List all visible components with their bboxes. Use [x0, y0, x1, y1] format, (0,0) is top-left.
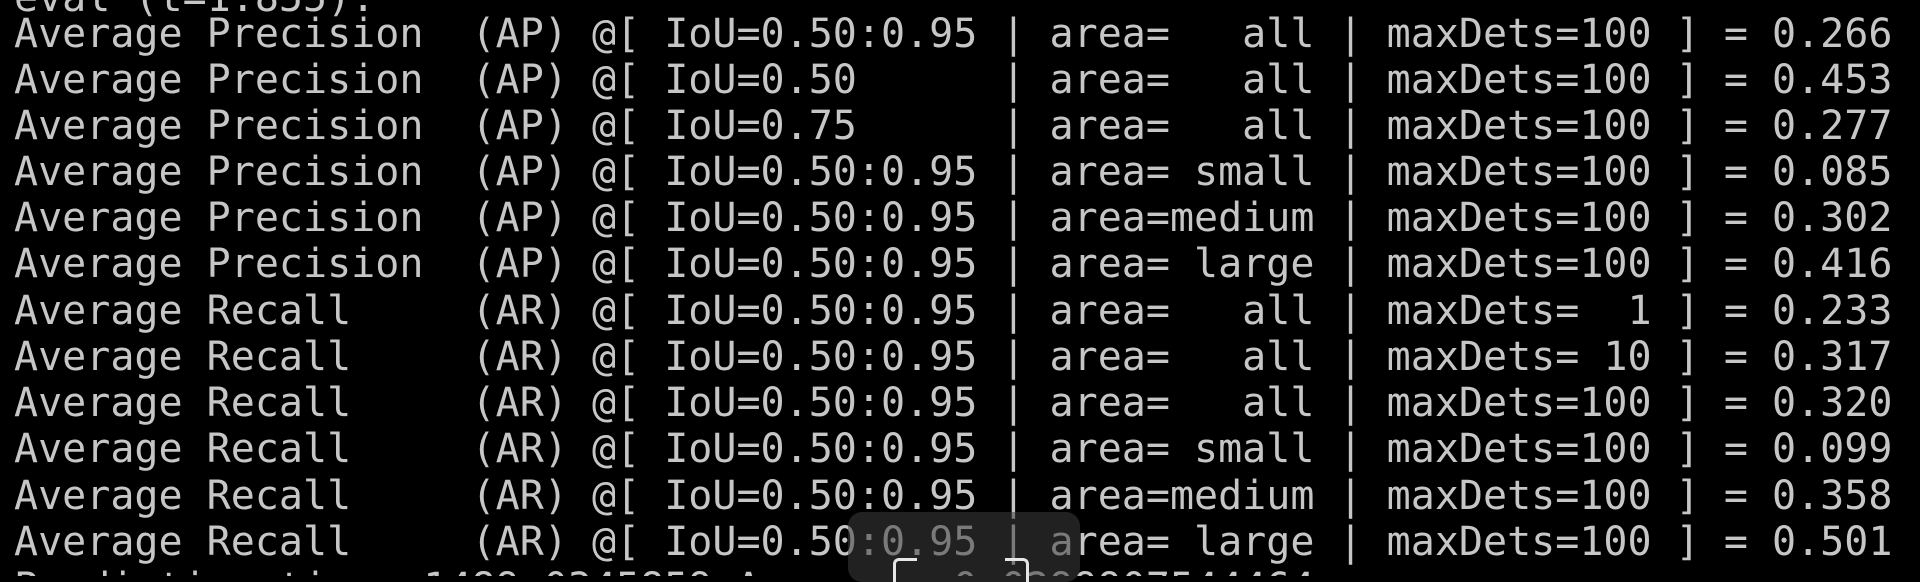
terminal-line: Average Recall (AR) @[ IoU=0.50:0.95 | a… [14, 426, 1893, 472]
terminal-line: Average Recall (AR) @[ IoU=0.50:0.95 | a… [14, 334, 1893, 380]
terminal-line: Average Precision (AP) @[ IoU=0.50:0.95 … [14, 241, 1893, 287]
terminal-line-partial-bottom: Prediction time: 1489.0345859 Average: 0… [14, 565, 1314, 576]
terminal-line: Average Recall (AR) @[ IoU=0.50:0.95 | a… [14, 380, 1893, 426]
terminal-line: Average Recall (AR) @[ IoU=0.50:0.95 | a… [14, 288, 1893, 334]
terminal-line: Average Precision (AP) @[ IoU=0.50:0.95 … [14, 11, 1893, 57]
fullscreen-brackets-icon[interactable] [893, 558, 917, 582]
fullscreen-overlay-button[interactable] [848, 512, 1080, 582]
terminal-line: Average Precision (AP) @[ IoU=0.75 | are… [14, 103, 1893, 149]
terminal-line: Average Precision (AP) @[ IoU=0.50 | are… [14, 57, 1893, 103]
terminal-line: Average Precision (AP) @[ IoU=0.50:0.95 … [14, 149, 1893, 195]
terminal-line: Average Precision (AP) @[ IoU=0.50:0.95 … [14, 195, 1893, 241]
fullscreen-brackets-icon[interactable] [1005, 558, 1029, 582]
terminal-output: eval (t=1.855). Average Precision (AP) @… [0, 0, 1920, 576]
